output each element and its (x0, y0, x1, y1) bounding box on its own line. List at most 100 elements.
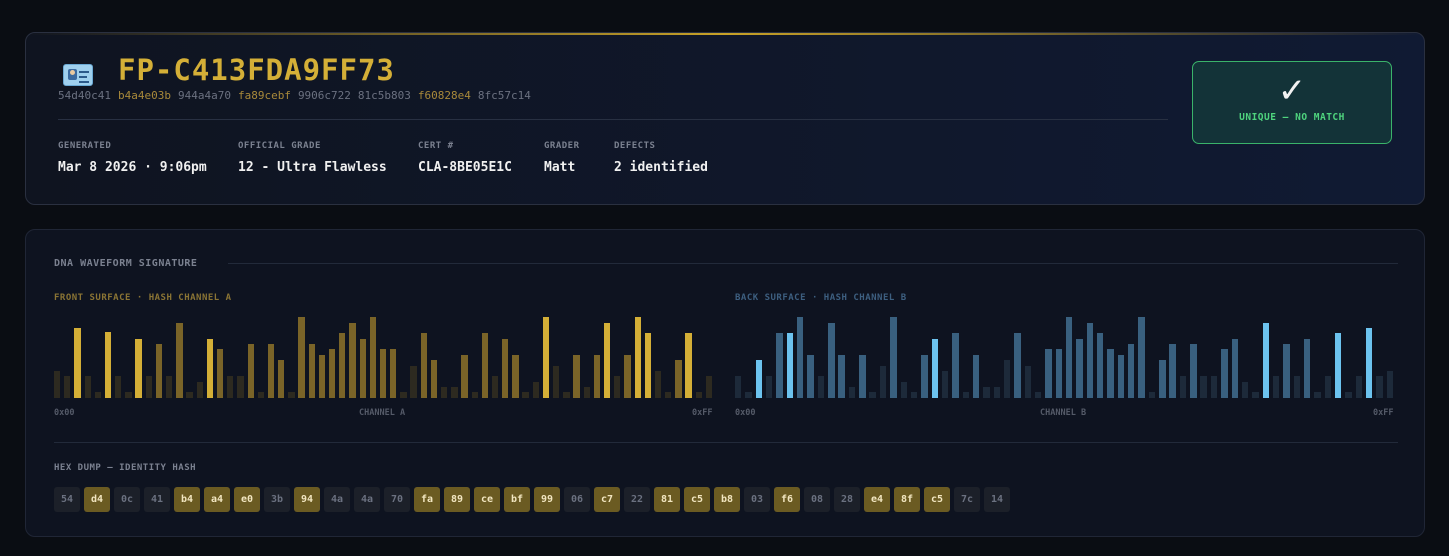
meta-label: GRADER (544, 141, 580, 151)
waveform-bar (298, 317, 305, 398)
waveform-bar (441, 387, 448, 398)
fingerprint-id-title: FP-C413FDA9FF73 (118, 53, 395, 87)
waveform-bar (1283, 344, 1290, 398)
channel-b-title: BACK SURFACE · HASH CHANNEL B (735, 293, 907, 303)
hex-byte: 28 (834, 487, 860, 512)
waveform-bar (1345, 392, 1352, 398)
waveform-bar (1086, 323, 1094, 398)
fingerprint-header-card: FP-C413FDA9FF73 54d40c41 b4a4e03b 944a4a70… (25, 32, 1425, 205)
channel-b-waveform (735, 310, 1397, 398)
hex-byte: f6 (774, 487, 800, 512)
meta-cert-number: CERT # CLA-8BE05E1C (418, 141, 512, 175)
meta-label: CERT # (418, 141, 454, 151)
waveform-bar (206, 339, 214, 398)
waveform-bar (471, 392, 478, 398)
waveform-bar (369, 317, 377, 398)
hash-segment: fa89cebf (237, 89, 291, 102)
header-divider (58, 119, 1168, 120)
waveform-bar (491, 376, 499, 398)
waveform-bar (1221, 349, 1228, 398)
waveform-bar (216, 349, 224, 398)
waveform-bar (755, 360, 763, 398)
hash-segment: f60828e4 (417, 89, 471, 102)
hex-byte: d4 (84, 487, 110, 512)
waveform-bar (1252, 392, 1259, 398)
waveform-bar (921, 355, 928, 398)
waveform-bar (614, 376, 621, 398)
waveform-bar (890, 317, 897, 398)
waveform-bar (1262, 323, 1269, 398)
hex-byte: 3b (264, 487, 290, 512)
waveform-bar (54, 371, 61, 398)
hex-byte: 99 (534, 487, 560, 512)
waveform-bar (685, 333, 692, 398)
meta-label: OFFICIAL GRADE (238, 141, 321, 151)
waveform-bar (1003, 360, 1011, 398)
waveform-bar (247, 344, 254, 398)
waveform-bar (735, 376, 742, 398)
hex-byte: 89 (444, 487, 470, 512)
waveform-bar (983, 387, 990, 398)
hash-segment: 944a4a70 (177, 89, 231, 102)
waveform-bar (461, 355, 468, 398)
waveform-bar (227, 376, 234, 398)
hex-byte: e4 (864, 487, 890, 512)
waveform-bar (573, 355, 580, 398)
waveform-bar (532, 382, 539, 398)
waveform-bar (328, 349, 336, 398)
waveform-bar (339, 333, 346, 398)
waveform-bar (155, 344, 163, 398)
hex-byte: ce (474, 487, 500, 512)
waveform-bar (817, 376, 825, 398)
hash-segment: 9906c722 (297, 89, 351, 102)
waveform-bar (176, 323, 183, 398)
waveform-bar (879, 366, 887, 398)
waveform-bar (797, 317, 804, 398)
waveform-bar (931, 339, 938, 398)
hex-byte: a4 (204, 487, 230, 512)
hex-byte: 08 (804, 487, 830, 512)
waveform-bar (288, 392, 295, 398)
waveform-bar (1014, 333, 1021, 398)
waveform-bar (1055, 349, 1063, 398)
waveform-bar (1386, 371, 1394, 398)
checkmark-icon: ✓ (1277, 71, 1307, 111)
channel-b-axis-label: CHANNEL B (1040, 408, 1087, 418)
waveform-bar (125, 392, 132, 398)
waveform-bar (1334, 333, 1342, 398)
waveform-bar (1024, 366, 1032, 398)
waveform-bar (1200, 376, 1207, 398)
waveform-bar (104, 332, 112, 398)
waveform-bar (430, 360, 438, 398)
channel-a-title: FRONT SURFACE · HASH CHANNEL A (54, 293, 232, 303)
meta-value: 12 - Ultra Flawless (238, 160, 387, 175)
hex-byte: 81 (654, 487, 680, 512)
waveform-bar (1376, 376, 1383, 398)
id-card-icon (63, 64, 93, 86)
waveform-bar (848, 387, 856, 398)
channel-a-waveform (54, 310, 716, 398)
hex-byte: 06 (564, 487, 590, 512)
waveform-bar (563, 392, 570, 398)
waveform-bar (675, 360, 682, 398)
waveform-bar (654, 371, 662, 398)
waveform-bar (502, 339, 509, 398)
waveform-bar (1066, 317, 1073, 398)
meta-defects: DEFECTS 2 identified (614, 141, 708, 175)
waveform-bar (695, 392, 702, 398)
match-status-text: UNIQUE — NO MATCH (1239, 112, 1345, 123)
waveform-bar (166, 376, 173, 398)
waveform-bar (379, 349, 387, 398)
waveform-bar (1355, 376, 1363, 398)
waveform-bar (952, 333, 959, 398)
waveform-bar (390, 349, 397, 398)
hex-byte: 03 (744, 487, 770, 512)
waveform-bar (278, 360, 285, 398)
hexdump-title: HEX DUMP — IDENTITY HASH (54, 463, 197, 473)
waveform-bar (186, 392, 193, 398)
waveform-bar (665, 392, 672, 398)
meta-grader: GRADER Matt (544, 141, 580, 175)
hex-byte: 54 (54, 487, 80, 512)
hex-byte: 4a (324, 487, 350, 512)
waveform-bar (1148, 392, 1156, 398)
